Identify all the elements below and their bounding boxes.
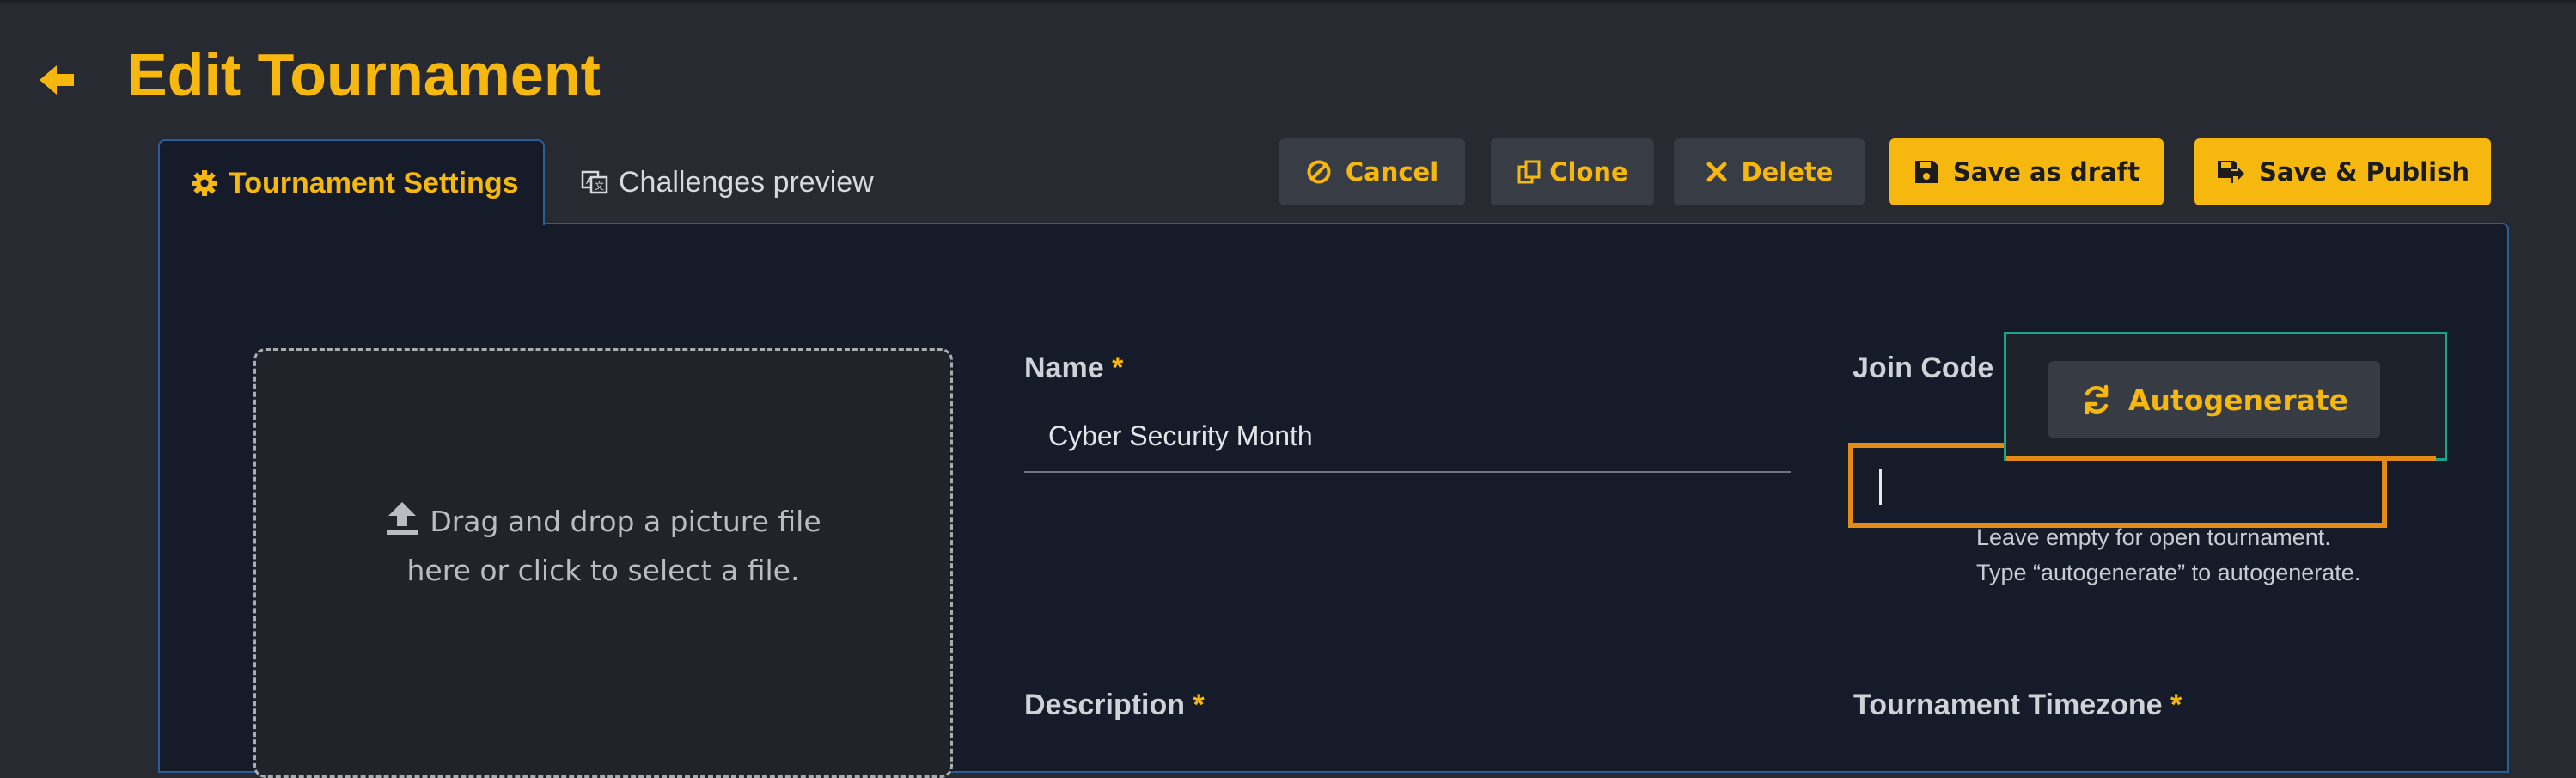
autogenerate-label: Autogenerate bbox=[2127, 383, 2349, 417]
clone-label: Clone bbox=[1549, 157, 1628, 187]
description-label: Description * bbox=[1024, 688, 1205, 722]
refresh-icon bbox=[2085, 384, 2109, 415]
close-icon bbox=[1706, 162, 1727, 182]
autogenerate-button[interactable]: Autogenerate bbox=[2048, 361, 2380, 438]
ban-icon bbox=[1307, 160, 1331, 184]
top-shade bbox=[0, 0, 2576, 5]
dropzone-line2: here or click to select a file. bbox=[406, 554, 800, 587]
autogenerate-popup: Autogenerate bbox=[2004, 332, 2447, 461]
svg-text:A: A bbox=[586, 175, 593, 187]
save-publish-label: Save & Publish bbox=[2259, 157, 2469, 187]
save-publish-button[interactable]: Save & Publish bbox=[2194, 138, 2491, 205]
name-label: Name * bbox=[1024, 351, 1123, 385]
save-draft-label: Save as draft bbox=[1952, 157, 2140, 187]
tab-challenges-preview[interactable]: A 文 Challenges preview bbox=[581, 139, 874, 225]
save-publish-icon bbox=[2218, 161, 2245, 183]
timezone-label: Tournament Timezone * bbox=[1853, 688, 2182, 722]
language-icon: A 文 bbox=[581, 170, 608, 194]
name-input[interactable]: Cyber Security Month bbox=[1024, 411, 1791, 473]
cancel-button[interactable]: Cancel bbox=[1279, 138, 1465, 205]
clone-icon bbox=[1517, 160, 1541, 184]
tab-label: Tournament Settings bbox=[229, 166, 519, 199]
description-label-text: Description bbox=[1024, 689, 1186, 721]
timezone-label-text: Tournament Timezone bbox=[1853, 689, 2163, 721]
svg-text:文: 文 bbox=[595, 180, 604, 192]
tab-label: Challenges preview bbox=[619, 165, 874, 199]
required-marker: * bbox=[2170, 689, 2182, 721]
floppy-disk-icon bbox=[1914, 161, 1938, 183]
tab-tournament-settings[interactable]: Tournament Settings bbox=[158, 139, 545, 225]
required-marker: * bbox=[1112, 352, 1124, 384]
join-code-help-1: Leave empty for open tournament. bbox=[1976, 524, 2331, 550]
gear-icon bbox=[192, 170, 217, 196]
upload-icon bbox=[387, 502, 418, 535]
back-arrow-icon[interactable] bbox=[38, 60, 77, 100]
required-marker: * bbox=[1193, 689, 1205, 721]
page-title: Edit Tournament bbox=[127, 41, 601, 108]
join-code-help-2: Type “autogenerate” to autogenerate. bbox=[1976, 560, 2361, 585]
delete-label: Delete bbox=[1741, 157, 1834, 187]
image-dropzone[interactable]: Drag and drop a picture file here or cli… bbox=[253, 348, 953, 778]
clone-button[interactable]: Clone bbox=[1491, 138, 1654, 205]
cancel-label: Cancel bbox=[1345, 157, 1439, 187]
join-code-label: Join Code bbox=[1853, 352, 1994, 384]
name-label-text: Name bbox=[1024, 352, 1104, 384]
dropzone-line1: Drag and drop a picture file bbox=[430, 505, 821, 538]
save-draft-button[interactable]: Save as draft bbox=[1889, 138, 2164, 205]
delete-button[interactable]: Delete bbox=[1674, 138, 1865, 205]
text-caret bbox=[1879, 469, 1882, 505]
